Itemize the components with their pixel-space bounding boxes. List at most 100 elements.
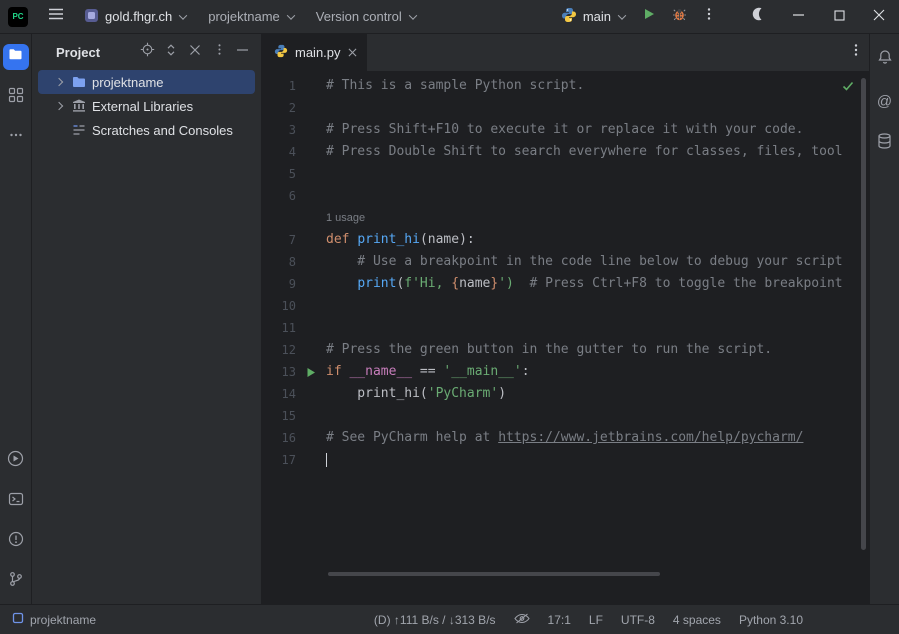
titlebar: PC gold.fhgr.ch projektname Version cont… — [0, 0, 899, 34]
moon-button[interactable] — [739, 0, 779, 34]
caret-position-widget[interactable]: 17:1 — [548, 613, 571, 627]
indent-widget[interactable]: 4 spaces — [673, 613, 721, 627]
more-horizontal-icon — [9, 128, 23, 147]
tab-options-button[interactable] — [849, 34, 869, 71]
code-text[interactable] — [326, 449, 327, 471]
line-number[interactable]: 6 — [262, 185, 296, 207]
run-config-selector[interactable]: main — [553, 2, 633, 31]
terminal-toolwindow-button[interactable] — [3, 488, 29, 514]
code-text[interactable]: # Use a breakpoint in the code line belo… — [326, 251, 843, 273]
statusbar-project-label: projektname — [30, 613, 96, 627]
pycharm-logo-text: PC — [12, 12, 23, 21]
line-number[interactable]: 17 — [262, 449, 296, 471]
module-selector[interactable]: projektname — [200, 4, 302, 29]
usage-hint[interactable]: 1 usage — [326, 207, 365, 229]
vcs-selector[interactable]: Version control — [308, 4, 424, 29]
debug-button[interactable] — [665, 3, 693, 31]
tab-close-icon[interactable] — [348, 45, 357, 60]
tab-main-py[interactable]: main.py — [262, 34, 367, 71]
maximize-button[interactable] — [819, 0, 859, 34]
terminal-icon — [8, 491, 24, 512]
code-text[interactable]: print_hi('PyCharm') — [326, 383, 506, 405]
code-text[interactable]: def print_hi(name): — [326, 229, 475, 251]
editor-zone: main.py 1 # This is a sample Python scrip… — [262, 34, 869, 604]
expand-collapse-button[interactable] — [161, 42, 181, 62]
encoding-widget[interactable]: UTF-8 — [621, 613, 655, 627]
code-text[interactable]: # Press Shift+F10 to execute it or repla… — [326, 119, 803, 141]
collapse-all-button[interactable] — [185, 42, 205, 62]
module-square-icon — [12, 612, 24, 627]
code-text[interactable]: # See PyCharm help at https://www.jetbra… — [326, 427, 803, 449]
ai-assistant-button[interactable]: @ — [872, 88, 898, 114]
gutter-slot — [296, 383, 326, 405]
tree-item-label: projektname — [92, 75, 164, 90]
scratches-icon — [70, 122, 88, 138]
tree-item-scratches-and-consoles[interactable]: Scratches and Consoles — [38, 118, 255, 142]
minimize-button[interactable] — [779, 0, 819, 34]
statusbar-project-widget[interactable]: projektname — [12, 612, 96, 627]
problems-icon — [8, 531, 24, 552]
line-number[interactable]: 2 — [262, 97, 296, 119]
line-number[interactable]: 8 — [262, 251, 296, 273]
problems-toolwindow-button[interactable] — [3, 528, 29, 554]
horizontal-scrollbar[interactable] — [328, 572, 660, 576]
panel-options-button[interactable] — [209, 42, 229, 62]
line-number[interactable]: 15 — [262, 405, 296, 427]
line-number[interactable]: 3 — [262, 119, 296, 141]
tree-item-projektname[interactable]: projektname — [38, 70, 255, 94]
git-toolwindow-button[interactable] — [3, 568, 29, 594]
line-number[interactable]: 5 — [262, 163, 296, 185]
tree-item-external-libraries[interactable]: External Libraries — [38, 94, 255, 118]
eye-slash-icon[interactable] — [514, 612, 530, 628]
chevron-right-icon[interactable] — [52, 99, 66, 113]
line-number[interactable]: 10 — [262, 295, 296, 317]
close-button[interactable] — [859, 0, 899, 34]
line-number[interactable]: 7 — [262, 229, 296, 251]
interpreter-widget[interactable]: Python 3.10 — [739, 613, 803, 627]
main-menu-button[interactable] — [42, 3, 70, 31]
database-button[interactable] — [872, 130, 898, 156]
line-number[interactable]: 1 — [262, 75, 296, 97]
line-number[interactable]: 12 — [262, 339, 296, 361]
target-icon — [140, 42, 155, 62]
chevron-right-icon[interactable] — [52, 75, 66, 89]
run-toolwindow-button[interactable] — [3, 448, 29, 474]
gutter-slot — [296, 251, 326, 273]
line-number[interactable]: 13 — [262, 361, 296, 383]
gutter-slot — [296, 449, 326, 471]
run-button[interactable] — [635, 3, 663, 31]
inspections-ok-icon[interactable] — [841, 79, 855, 98]
line-number[interactable]: 14 — [262, 383, 296, 405]
vertical-scrollbar[interactable] — [861, 78, 866, 550]
project-selector[interactable]: gold.fhgr.ch — [76, 3, 194, 31]
code-text[interactable]: print(f'Hi, {name}') # Press Ctrl+F8 to … — [326, 273, 843, 295]
notifications-button[interactable] — [872, 46, 898, 72]
tree-item-label: External Libraries — [92, 99, 193, 114]
moon-icon — [752, 7, 766, 26]
line-number[interactable]: 9 — [262, 273, 296, 295]
more-toolwindows-button[interactable] — [3, 124, 29, 150]
network-speed-widget[interactable]: (D) ↑111 B/s / ↓313 B/s — [374, 613, 496, 627]
run-line-icon[interactable] — [296, 361, 326, 383]
python-icon — [561, 7, 577, 26]
code-text[interactable]: # Press Double Shift to search everywher… — [326, 141, 843, 163]
code-text[interactable]: # This is a sample Python script. — [326, 75, 584, 97]
more-actions-button[interactable] — [695, 3, 723, 31]
code-editor[interactable]: 1 # This is a sample Python script. 23 # Pr… — [262, 71, 869, 604]
statusbar: projektname (D) ↑111 B/s / ↓313 B/s 17:1… — [0, 604, 899, 634]
code-text[interactable]: # Press the green button in the gutter t… — [326, 339, 772, 361]
locate-file-button[interactable] — [137, 42, 157, 62]
line-separator-widget[interactable]: LF — [589, 613, 603, 627]
hide-panel-button[interactable] — [233, 42, 253, 62]
line-number[interactable]: 4 — [262, 141, 296, 163]
minus-icon — [237, 43, 249, 61]
titlebar-left: PC gold.fhgr.ch projektname Version cont… — [8, 3, 424, 31]
code-line: 17 — [262, 449, 869, 471]
line-number[interactable]: 11 — [262, 317, 296, 339]
line-number[interactable]: 16 — [262, 427, 296, 449]
structure-toolwindow-button[interactable] — [3, 84, 29, 110]
gutter-slot — [296, 163, 326, 185]
code-text[interactable]: if __name__ == '__main__': — [326, 361, 530, 383]
project-toolwindow-button[interactable] — [3, 44, 29, 70]
line-number[interactable] — [262, 207, 296, 229]
